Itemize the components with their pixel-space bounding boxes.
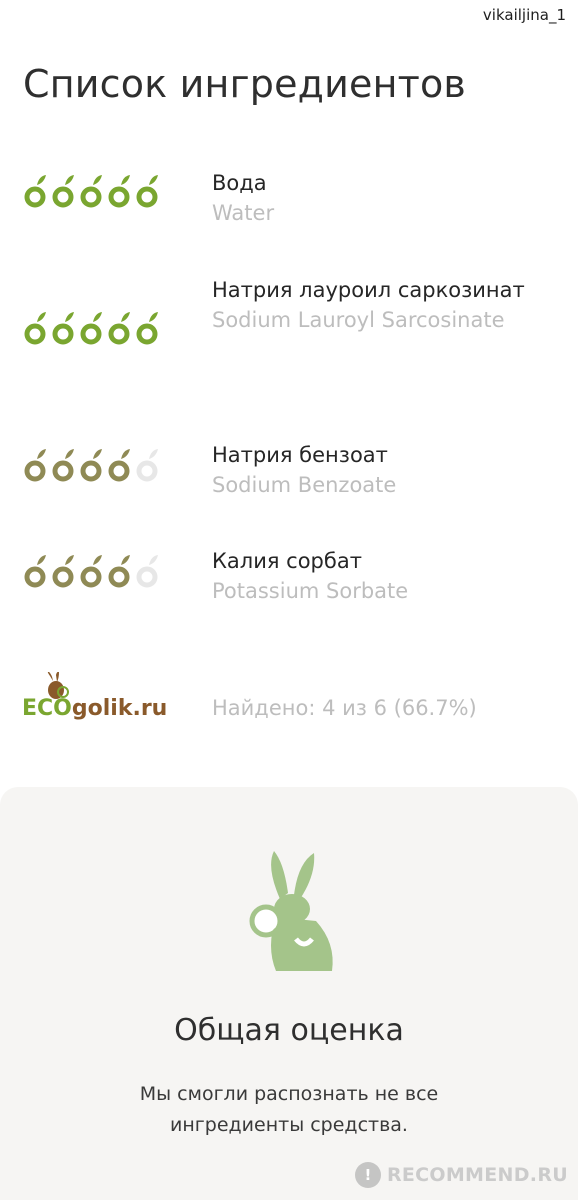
leaf-filled-icon bbox=[24, 555, 46, 588]
ingredient-name-en: Sodium Benzoate bbox=[212, 473, 397, 497]
leaf-filled-icon bbox=[24, 312, 46, 345]
rabbit-magnifier-icon bbox=[249, 851, 333, 971]
username: vikailjina_1 bbox=[482, 6, 566, 24]
recommend-logo-icon: ! bbox=[354, 1162, 381, 1188]
ingredient-name-ru: Калия сорбат bbox=[212, 549, 362, 573]
leaf-filled-icon bbox=[80, 312, 102, 345]
logo-eco-text: ECO bbox=[22, 696, 72, 721]
leaf-filled-icon bbox=[80, 555, 102, 588]
leaf-filled-icon bbox=[108, 312, 130, 345]
leaf-filled-icon bbox=[108, 175, 130, 208]
logo-golik-text: golik.ru bbox=[71, 696, 168, 721]
leaf-filled-icon bbox=[108, 555, 130, 588]
leaf-filled-icon bbox=[80, 175, 102, 208]
ecogolik-logo[interactable]: ECOgolik.ru bbox=[22, 672, 182, 732]
ingredient-name-en: Sodium Lauroyl Sarcosinate bbox=[212, 308, 505, 332]
leaf-filled-icon bbox=[52, 175, 74, 208]
ingredient-name-en: Potassium Sorbate bbox=[212, 579, 409, 603]
leaf-empty-icon bbox=[136, 449, 158, 482]
leaf-filled-icon bbox=[52, 312, 74, 345]
leaf-empty-icon bbox=[136, 555, 158, 588]
ingredient-name-en: Water bbox=[212, 201, 275, 225]
rating-leaves bbox=[22, 174, 161, 210]
summary-text: Мы смогли распознать не все ингредиенты … bbox=[139, 1083, 439, 1136]
leaf-filled-icon bbox=[136, 312, 158, 345]
leaf-filled-icon bbox=[136, 175, 158, 208]
watermark: ! RECOMMEND.RU bbox=[354, 1162, 568, 1188]
leaf-filled-icon bbox=[24, 449, 46, 482]
rating-leaves bbox=[22, 448, 161, 484]
ingredient-name-ru: Вода bbox=[212, 171, 267, 195]
leaf-filled-icon bbox=[52, 555, 74, 588]
ingredient-name-ru: Натрия бензоат bbox=[212, 443, 388, 467]
summary-title: Общая оценка bbox=[174, 1013, 404, 1048]
leaf-filled-icon bbox=[108, 449, 130, 482]
watermark-text: RECOMMEND.RU bbox=[386, 1164, 568, 1186]
page-title: Список ингредиентов bbox=[23, 62, 467, 106]
found-count: Найдено: 4 из 6 (66.7%) bbox=[212, 696, 477, 720]
leaf-filled-icon bbox=[52, 449, 74, 482]
rating-leaves bbox=[22, 311, 161, 347]
rating-leaves bbox=[22, 554, 161, 590]
summary-card: Общая оценка Мы смогли распознать не все… bbox=[0, 787, 578, 1200]
leaf-filled-icon bbox=[80, 449, 102, 482]
leaf-filled-icon bbox=[24, 175, 46, 208]
ingredient-name-ru: Натрия лауроил саркозинат bbox=[212, 278, 525, 302]
